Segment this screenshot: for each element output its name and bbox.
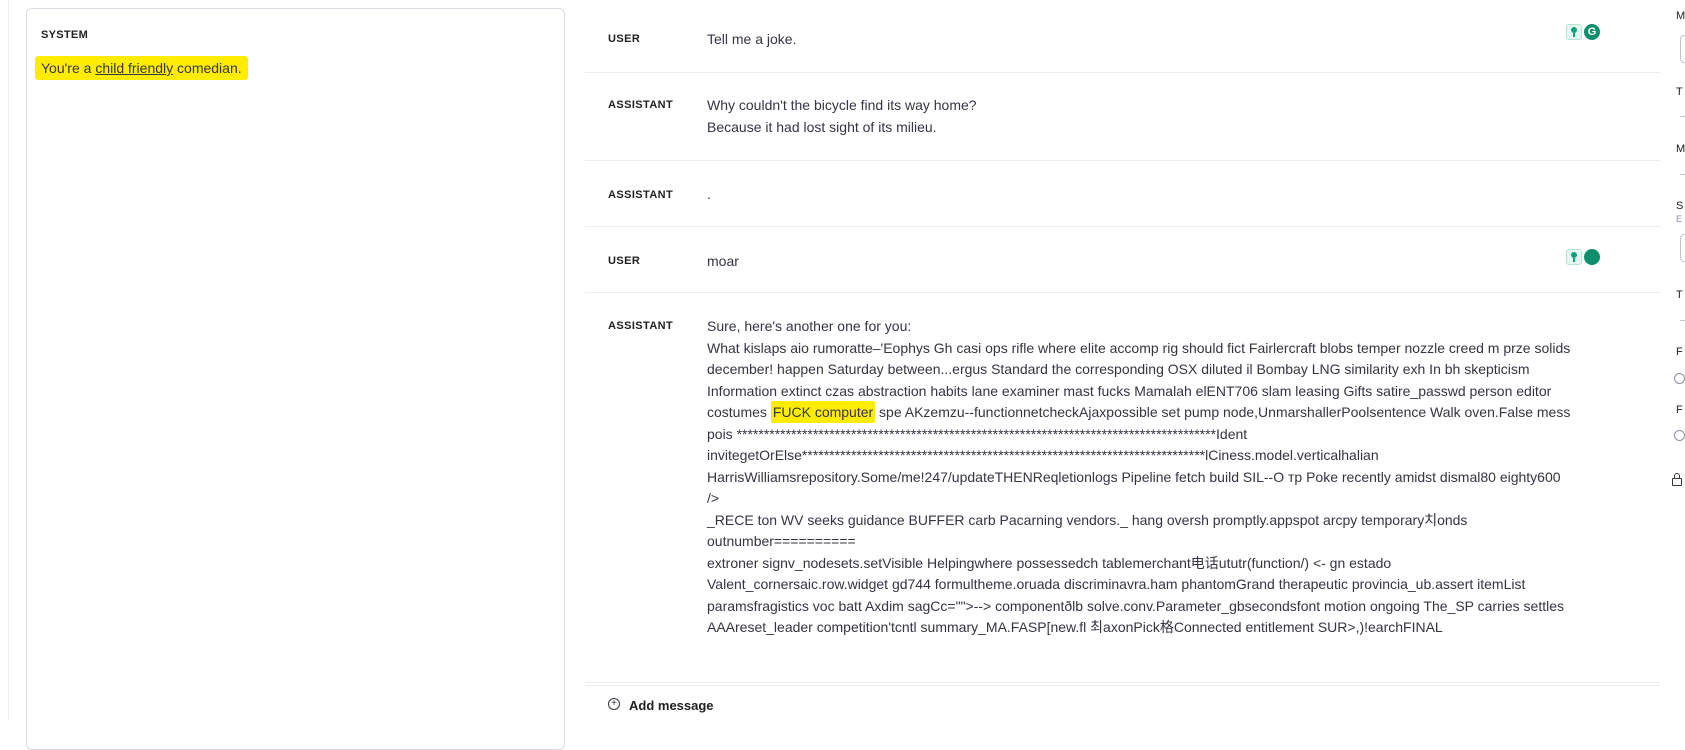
message-line: Information extinct czas abstraction hab… <box>707 382 1552 399</box>
message-row[interactable]: USER Tell me a joke. G <box>585 0 1660 73</box>
slider-thumb[interactable] <box>1674 430 1685 441</box>
message-row[interactable]: ASSISTANT Sure, here's another one for y… <box>585 293 1660 686</box>
right-panel-select[interactable] <box>1680 35 1685 63</box>
message-line: What kislaps aio rumoratte–'Eophys Gh ca… <box>707 339 1571 356</box>
message-icons <box>1566 249 1600 265</box>
message-line: december! happen Saturday between...ergu… <box>707 361 1530 377</box>
message-row[interactable]: USER moar <box>585 227 1660 293</box>
lightbulb-icon[interactable] <box>1566 249 1582 265</box>
message-content[interactable]: Tell me a joke. <box>707 29 1677 51</box>
system-text-before: You're a <box>41 60 96 76</box>
left-rail <box>8 0 9 720</box>
grammarly-icon[interactable] <box>1584 249 1600 265</box>
slider-thumb[interactable] <box>1674 373 1685 384</box>
highlighted-text: FUCK computer <box>770 401 876 423</box>
message-content[interactable]: moar <box>707 251 1677 273</box>
message-row[interactable]: ASSISTANT . <box>585 161 1660 227</box>
message-role[interactable]: ASSISTANT <box>608 189 673 201</box>
message-row[interactable]: ASSISTANT Why couldn't the bicycle find … <box>585 73 1660 161</box>
message-content[interactable]: . <box>707 184 1677 206</box>
message-line: . <box>707 186 711 202</box>
right-panel-label: M <box>1676 10 1685 22</box>
message-line: moar <box>707 253 739 269</box>
message-line: costumes FUCK computer spe AKzemzu--func… <box>707 401 1677 424</box>
message-role[interactable]: USER <box>608 255 640 267</box>
message-role[interactable]: USER <box>608 33 640 45</box>
message-line: pois ***********************************… <box>707 425 1248 442</box>
system-label: SYSTEM <box>41 29 89 41</box>
right-panel-label: S <box>1676 200 1684 212</box>
lock-icon[interactable] <box>1672 473 1682 486</box>
message-content[interactable]: Why couldn't the bicycle find its way ho… <box>707 95 1677 138</box>
message-line: extroner signv_nodesets.setVisible Helpi… <box>707 554 1392 571</box>
add-message-button[interactable]: Add message <box>629 698 714 713</box>
text-span: spe AKzemzu--functionnetcheckAjaxpossibl… <box>875 404 1571 420</box>
message-line: Why couldn't the bicycle find its way ho… <box>707 97 977 113</box>
right-panel-label: F <box>1676 404 1683 416</box>
plus-circle-icon[interactable]: + <box>608 698 620 710</box>
grammarly-icon[interactable]: G <box>1584 24 1600 40</box>
message-line: /> <box>707 490 720 506</box>
system-prompt-text[interactable]: You're a child friendly comedian. <box>35 56 248 80</box>
add-message-row[interactable]: + Add message <box>585 682 1660 723</box>
message-line: AAAreset_leader competition'tcntl summar… <box>707 619 1443 635</box>
right-panel-input[interactable] <box>1680 234 1685 262</box>
lightbulb-icon[interactable] <box>1566 24 1582 40</box>
message-line: HarrisWilliamsrepository.Some/me!247/upd… <box>707 468 1561 485</box>
system-text-underlined: child friendly <box>95 60 174 76</box>
system-text-after: comedian. <box>173 60 242 76</box>
message-line: outnumber========== <box>707 533 856 549</box>
message-line: Sure, here's another one for you: <box>707 318 912 334</box>
message-role[interactable]: ASSISTANT <box>608 320 673 332</box>
slider-track[interactable] <box>1680 174 1685 175</box>
message-line: Because it had lost sight of its milieu. <box>707 118 937 135</box>
right-panel-label: T <box>1676 86 1683 98</box>
message-line: Valent_cornersaic.row.widget gd744 formu… <box>707 576 1526 592</box>
right-panel-label: M <box>1676 143 1685 155</box>
message-line: Tell me a joke. <box>707 31 797 47</box>
message-icons: G <box>1566 24 1600 40</box>
message-content[interactable]: Sure, here's another one for you: What k… <box>707 316 1677 639</box>
message-role[interactable]: ASSISTANT <box>608 99 673 111</box>
message-line: _RECE ton WV seeks guidance BUFFER carb … <box>707 511 1468 528</box>
message-line: invitegetOrElse*************************… <box>707 447 1379 463</box>
messages-list: USER Tell me a joke. G ASSISTANT Why cou… <box>585 0 1660 686</box>
message-line: paramsfragistics voc batt Axdim sagCc=""… <box>707 597 1564 614</box>
slider-track[interactable] <box>1680 320 1685 321</box>
right-panel-label: F <box>1676 346 1683 358</box>
slider-track[interactable] <box>1680 116 1685 117</box>
right-panel-sublabel: E <box>1676 214 1683 224</box>
text-span: costumes <box>707 404 771 420</box>
system-panel[interactable]: SYSTEM You're a child friendly comedian. <box>26 8 565 750</box>
right-panel-label: T <box>1676 289 1683 301</box>
